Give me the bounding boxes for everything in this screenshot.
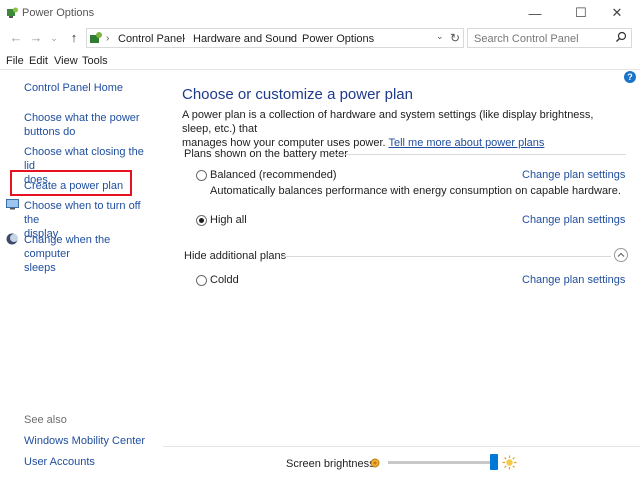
sidebar-item-power-buttons[interactable]: Choose what the power buttons do bbox=[24, 111, 150, 139]
description-line: A power plan is a collection of hardware… bbox=[182, 109, 594, 135]
page-title: Choose or customize a power plan bbox=[182, 86, 413, 103]
dim-sun-icon bbox=[369, 457, 381, 469]
radio-balanced[interactable] bbox=[196, 170, 207, 181]
plan-name-balanced: Balanced (recommended) bbox=[210, 169, 337, 181]
radio-coldd[interactable] bbox=[196, 275, 207, 286]
menu-view[interactable]: View bbox=[54, 55, 78, 67]
section-divider bbox=[281, 256, 611, 257]
window-title: Power Options bbox=[22, 7, 95, 19]
address-dropdown-icon[interactable]: ⌄ bbox=[436, 31, 444, 42]
brightness-label: Screen brightness: bbox=[286, 458, 378, 470]
menu-tools[interactable]: Tools bbox=[82, 55, 108, 67]
power-options-icon bbox=[6, 6, 19, 19]
breadcrumb-separator-icon: › bbox=[182, 33, 186, 44]
back-arrow-icon[interactable]: ← bbox=[8, 30, 24, 46]
page-description: A power plan is a collection of hardware… bbox=[182, 108, 622, 150]
plan-description-balanced: Automatically balances performance with … bbox=[210, 185, 621, 197]
sidebar-item-label: sleeps bbox=[24, 262, 56, 274]
up-arrow-icon[interactable]: ↑ bbox=[66, 30, 82, 46]
windows-mobility-center-link[interactable]: Windows Mobility Center bbox=[24, 434, 145, 448]
help-icon[interactable]: ? bbox=[624, 71, 636, 83]
footer-divider bbox=[163, 446, 640, 447]
brightness-slider-track[interactable] bbox=[388, 461, 496, 464]
plan-name-coldd: Coldd bbox=[210, 274, 239, 286]
refresh-icon[interactable]: ↻ bbox=[450, 31, 460, 45]
see-also-heading: See also bbox=[24, 414, 67, 426]
sidebar-item-create-power-plan[interactable]: Create a power plan bbox=[24, 179, 150, 193]
sidebar-item-label: buttons do bbox=[24, 126, 76, 138]
breadcrumb-hardware-and-sound[interactable]: Hardware and Sound bbox=[193, 33, 297, 45]
collapse-chevron-up-icon[interactable] bbox=[614, 248, 628, 262]
sidebar-item-label: Choose when to turn off the bbox=[24, 200, 141, 226]
search-placeholder: Search Control Panel bbox=[474, 33, 579, 45]
menu-file[interactable]: File bbox=[6, 55, 24, 67]
minimize-button[interactable]: — bbox=[512, 0, 558, 26]
search-icon[interactable] bbox=[615, 31, 627, 43]
sidebar-item-label: Choose what the power bbox=[24, 112, 140, 124]
breadcrumb-separator-icon: › bbox=[106, 33, 110, 44]
recent-dropdown-icon[interactable]: ⌄ bbox=[46, 30, 62, 46]
sidebar-item-label: Change when the computer bbox=[24, 234, 111, 260]
change-plan-settings-balanced[interactable]: Change plan settings bbox=[522, 169, 625, 181]
change-plan-settings-high-all[interactable]: Change plan settings bbox=[522, 214, 625, 226]
menu-edit[interactable]: Edit bbox=[29, 55, 48, 67]
radio-high-all[interactable] bbox=[196, 215, 207, 226]
brightness-slider-thumb[interactable] bbox=[489, 454, 498, 470]
plan-name-high-all: High all bbox=[210, 214, 247, 226]
section-divider bbox=[336, 154, 626, 155]
section-battery-meter: Plans shown on the battery meter bbox=[184, 148, 348, 160]
learn-more-link[interactable]: Tell me more about power plans bbox=[388, 137, 544, 149]
control-panel-icon bbox=[89, 31, 103, 45]
breadcrumb-power-options[interactable]: Power Options bbox=[302, 33, 374, 45]
breadcrumb-separator-icon: › bbox=[289, 33, 293, 44]
close-button[interactable]: ✕ bbox=[594, 0, 640, 26]
sidebar-item-label: Choose what closing the lid bbox=[24, 146, 144, 172]
forward-arrow-icon[interactable]: → bbox=[28, 30, 44, 46]
sleep-moon-icon bbox=[6, 233, 18, 245]
control-panel-home-link[interactable]: Control Panel Home bbox=[24, 81, 150, 95]
display-icon bbox=[6, 199, 19, 210]
menu-divider bbox=[0, 69, 640, 70]
bright-sun-icon bbox=[502, 455, 517, 470]
breadcrumb-control-panel[interactable]: Control Panel bbox=[118, 33, 185, 45]
user-accounts-link[interactable]: User Accounts bbox=[24, 455, 95, 469]
sidebar-item-computer-sleeps[interactable]: Change when the computer sleeps bbox=[24, 233, 150, 275]
change-plan-settings-coldd[interactable]: Change plan settings bbox=[522, 274, 625, 286]
section-additional-plans[interactable]: Hide additional plans bbox=[184, 250, 286, 262]
